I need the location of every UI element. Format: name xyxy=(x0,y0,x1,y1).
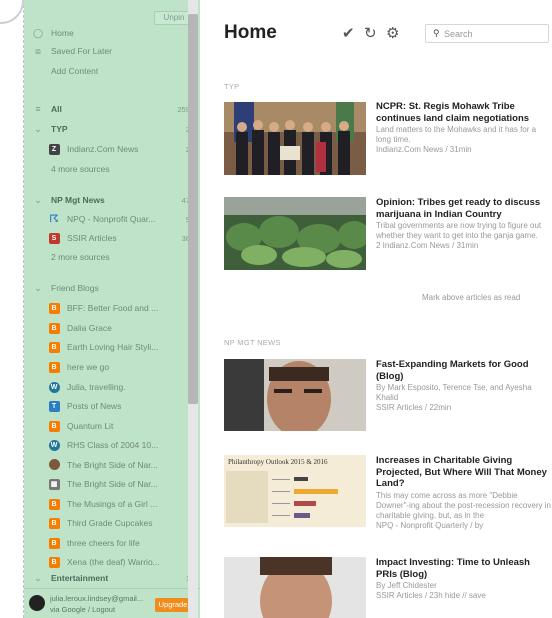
blogger-icon: B xyxy=(48,323,60,334)
chevron-down-icon: ⌄ xyxy=(34,282,42,293)
chevron-down-icon: ⌄ xyxy=(34,123,42,134)
article-title[interactable]: Fast-Expanding Markets for Good (Blog) xyxy=(376,359,552,382)
refresh-icon[interactable]: ↻ xyxy=(364,24,377,42)
search-icon: ⚲ xyxy=(433,28,440,38)
mark-as-read-link[interactable]: Mark above articles as read xyxy=(422,293,520,302)
sidebar-source-bright-1[interactable]: The Bright Side of Nar... xyxy=(24,455,200,475)
blogger-icon: B xyxy=(48,362,60,373)
article-item[interactable]: Impact Investing: Time to Unleash PRIs (… xyxy=(376,557,552,601)
npq-icon: ☈ xyxy=(49,213,59,225)
main-content: Home ✔ ↻ ⚙ ⚲ Search TYP NCPR: St. Regis … xyxy=(200,0,552,618)
left-gutter xyxy=(0,0,24,618)
article-summary: This may come across as more "Debbie Dow… xyxy=(376,490,551,520)
chart-caption: Philanthropy Outlook 2015 & 2016 xyxy=(228,458,328,466)
search-input[interactable]: ⚲ Search xyxy=(425,24,549,43)
article-summary: Tribal governments are now trying to fig… xyxy=(376,221,542,240)
article-summary: Land matters to the Mohawks and it has f… xyxy=(376,125,537,144)
article-title[interactable]: Impact Investing: Time to Unleash PRIs (… xyxy=(376,557,552,580)
upgrade-button[interactable]: Upgrade xyxy=(155,598,191,612)
wordpress-icon: W xyxy=(48,440,60,451)
sidebar-source-quantum[interactable]: B Quantum Lit xyxy=(24,416,200,436)
sidebar-item-saved[interactable]: ⧈ Saved For Later xyxy=(24,41,200,61)
sidebar-source-bff[interactable]: B BFF: Better Food and ... xyxy=(24,298,200,318)
sidebar-item-home[interactable]: ◯ Home xyxy=(24,23,200,43)
news-icon: T xyxy=(48,401,60,412)
chevron-down-icon: ⌄ xyxy=(34,194,42,205)
sidebar-source-indianz[interactable]: Z Indianz.Com News 2 xyxy=(24,139,200,159)
article-item[interactable]: NCPR: St. Regis Mohawk Tribe continues l… xyxy=(376,101,552,155)
sidebar-source-julia[interactable]: W Julia, travelling. xyxy=(24,377,200,397)
grid-icon: ▦ xyxy=(48,479,60,490)
article-meta: SSIR Articles / 23h hide // save xyxy=(376,591,486,600)
wordpress-icon: W xyxy=(48,382,60,393)
sidebar-group-typ[interactable]: ⌄ TYP 2 xyxy=(24,119,200,139)
chevron-down-icon: ⌄ xyxy=(34,572,42,583)
article-thumbnail[interactable] xyxy=(224,197,366,270)
plants-photo-image xyxy=(224,197,366,270)
sidebar-group-entertainment[interactable]: ⌄ Entertainment 1 xyxy=(24,568,200,588)
blogger-icon: B xyxy=(48,342,60,353)
bookmark-icon: ⧈ xyxy=(35,45,41,56)
article-item[interactable]: Fast-Expanding Markets for Good (Blog) B… xyxy=(376,359,552,413)
portrait-photo-image xyxy=(224,359,366,431)
ssir-icon: S xyxy=(48,233,60,244)
article-thumbnail[interactable] xyxy=(224,359,366,431)
blogger-icon: B xyxy=(48,421,60,432)
sidebar-source-ssir[interactable]: S SSIR Articles 38 xyxy=(24,228,200,248)
blogger-icon: B xyxy=(48,518,60,529)
gear-icon[interactable]: ⚙ xyxy=(386,24,399,42)
article-title[interactable]: NCPR: St. Regis Mohawk Tribe continues l… xyxy=(376,101,552,124)
blogger-icon: B xyxy=(48,557,60,568)
sidebar-source-bright-2[interactable]: ▦ The Bright Side of Nar... xyxy=(24,474,200,494)
checkmark-icon[interactable]: ✔ xyxy=(342,24,355,42)
sidebar-source-dalia[interactable]: B Dalia Grace xyxy=(24,318,200,338)
blogger-icon: B xyxy=(48,499,60,510)
sidebar-source-three-cheers[interactable]: Bthree cheers for life xyxy=(24,533,200,553)
list-icon: ≡ xyxy=(35,104,41,114)
blogger-icon: B xyxy=(48,538,60,549)
sidebar-item-add-content[interactable]: Add Content xyxy=(24,61,200,81)
group-photo-image xyxy=(224,102,366,175)
article-title[interactable]: Increases in Charitable Giving Projected… xyxy=(376,455,552,490)
sidebar-more-sources-np[interactable]: 2 more sources xyxy=(24,247,200,267)
sidebar-source-rhs[interactable]: W RHS Class of 2004 10... xyxy=(24,435,200,455)
sidebar-source-posts[interactable]: T Posts of News xyxy=(24,396,200,416)
article-summary: By Jeff Chidester xyxy=(376,581,437,590)
section-label-typ: TYP xyxy=(224,82,240,91)
sidebar-source-earth[interactable]: B Earth Loving Hair Styli... xyxy=(24,337,200,357)
blogger-icon: B xyxy=(48,303,60,314)
article-meta: Indianz.Com News / 31min xyxy=(376,145,472,154)
logout-link[interactable]: via Google / Logout xyxy=(50,605,115,614)
article-item[interactable]: Opinion: Tribes get ready to discuss mar… xyxy=(376,197,552,251)
avatar[interactable] xyxy=(29,595,45,611)
article-thumbnail[interactable] xyxy=(224,102,366,175)
sidebar-group-np-mgt[interactable]: ⌄ NP Mgt News 47 xyxy=(24,190,200,210)
page-title: Home xyxy=(224,22,277,43)
indianz-icon: Z xyxy=(48,144,60,155)
home-icon: ◯ xyxy=(32,27,44,38)
article-thumbnail[interactable] xyxy=(224,557,366,618)
sidebar-source-cupcakes[interactable]: B Third Grade Cupcakes xyxy=(24,513,200,533)
portrait-photo-image xyxy=(224,557,366,618)
article-summary: By Mark Esposito, Terence Tse, and Ayesh… xyxy=(376,383,532,402)
sidebar-source-musings[interactable]: B The Musings of a Girl ... xyxy=(24,494,200,514)
article-item[interactable]: Increases in Charitable Giving Projected… xyxy=(376,455,552,531)
sidebar-scrollbar[interactable] xyxy=(188,14,198,404)
sidebar-more-sources-typ[interactable]: 4 more sources xyxy=(24,159,200,179)
section-label-np-mgt: NP MGT NEWS xyxy=(224,338,281,347)
sidebar-source-here[interactable]: Bhere we go xyxy=(24,357,200,377)
avatar-icon xyxy=(48,458,60,470)
chart-image: Philanthropy Outlook 2015 & 2016 xyxy=(224,455,366,527)
sidebar-source-npq[interactable]: ☈ NPQ - Nonprofit Quar... 9 xyxy=(24,209,200,229)
sidebar: Unpin ◯ Home ⧈ Saved For Later Add Conte… xyxy=(24,0,200,618)
article-thumbnail[interactable]: Philanthropy Outlook 2015 & 2016 xyxy=(224,455,366,527)
sidebar-group-friend-blogs[interactable]: ⌄ Friend Blogs xyxy=(24,278,200,298)
article-title[interactable]: Opinion: Tribes get ready to discuss mar… xyxy=(376,197,552,220)
sidebar-item-all[interactable]: ≡ All 259 xyxy=(24,99,200,119)
article-meta: NPQ - Nonprofit Quarterly / by xyxy=(376,520,484,530)
user-email: julia.leroux.lindsey@gmail... xyxy=(50,594,144,603)
sidebar-footer: julia.leroux.lindsey@gmail... via Google… xyxy=(24,588,200,618)
article-meta: SSIR Articles / 22min xyxy=(376,403,452,412)
article-meta: 2 Indianz.Com News / 31min xyxy=(376,241,479,250)
